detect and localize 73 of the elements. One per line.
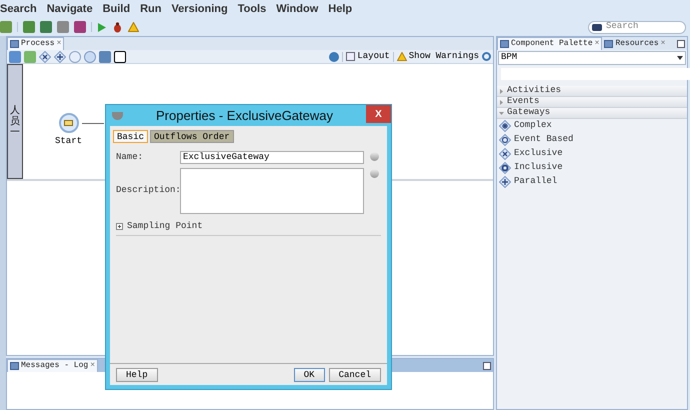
menu-item[interactable]: Help	[328, 0, 352, 18]
palette-item[interactable]: Parallel	[514, 175, 558, 189]
category-header[interactable]: Gateways	[497, 108, 687, 119]
layout-button[interactable]: Layout	[346, 50, 390, 64]
name-field[interactable]: ExclusiveGateway	[180, 151, 364, 164]
warning-icon[interactable]	[128, 22, 139, 32]
panel-tab[interactable]: Process ×	[7, 37, 64, 50]
tab-icon	[500, 40, 509, 48]
collapsed-triangle-icon	[499, 88, 504, 94]
menu-item[interactable]: Versioning	[171, 0, 228, 18]
tab-close[interactable]: ×	[90, 360, 96, 372]
exclusive-gateway-icon	[499, 148, 511, 160]
library-value: BPM	[501, 51, 518, 64]
search-field[interactable]: Search	[588, 20, 686, 34]
bug-icon[interactable]	[112, 22, 123, 32]
minimize-icon[interactable]	[677, 40, 685, 48]
dialog-tab[interactable]: Outflows Order	[150, 130, 234, 143]
inclusive-gateway-icon	[499, 162, 511, 174]
warning-icon	[396, 52, 407, 61]
minimize-icon[interactable]	[483, 362, 491, 370]
start-label: Start	[55, 135, 82, 148]
palette-item[interactable]: Exclusive	[514, 147, 563, 161]
category-header[interactable]: Activities	[497, 86, 687, 97]
tab-close[interactable]: ×	[660, 38, 666, 50]
run-icon[interactable]	[97, 22, 107, 32]
category-header[interactable]: Events	[497, 97, 687, 108]
complex-gateway-icon	[499, 120, 511, 132]
sequence-flow-line	[82, 123, 104, 124]
menu-item[interactable]: Build	[102, 0, 130, 18]
tab-label: Component Palette	[511, 38, 593, 50]
menu-item[interactable]: Run	[140, 0, 162, 18]
expand-icon[interactable]	[116, 222, 123, 230]
menu-item[interactable]: Tools	[238, 0, 266, 18]
dialog-tab[interactable]: Basic	[113, 130, 148, 143]
parallel-gateway-icon	[499, 176, 511, 188]
section-label: Sampling Point	[127, 220, 203, 232]
panel-tab[interactable]: Messages - Log ×	[7, 359, 98, 372]
expanded-triangle-icon	[499, 110, 504, 116]
dropdown-caret-icon	[677, 56, 683, 60]
dialog-title: Properties - ExclusiveGateway	[154, 106, 334, 125]
field-label: Description:	[116, 184, 180, 197]
dialog-button[interactable]: Help	[116, 368, 158, 382]
tab-close[interactable]: ×	[56, 38, 62, 50]
event-gateway-icon	[499, 134, 511, 146]
tab-icon	[10, 362, 19, 370]
start-event-icon[interactable]	[58, 113, 78, 133]
zoom-icon[interactable]	[482, 52, 491, 61]
panel-tab[interactable]: Resources ×	[602, 37, 668, 50]
collapsed-triangle-icon	[499, 100, 504, 104]
palette-item[interactable]: Event Based	[514, 133, 574, 147]
tab-label: Messages - Log	[21, 360, 88, 372]
tab-label: Resources	[615, 38, 659, 50]
palette-search-field[interactable]	[501, 68, 690, 80]
tab-label: Process	[21, 38, 55, 50]
library-dropdown[interactable]: BPM	[498, 51, 686, 65]
parallel-gateway-icon	[54, 50, 66, 62]
close-button[interactable]: X	[366, 105, 391, 123]
show-warnings-button[interactable]: Show Warnings	[396, 50, 479, 64]
field-label: Name:	[116, 151, 144, 164]
dialog-button[interactable]: Cancel	[328, 368, 381, 382]
menu-item[interactable]: Navigate	[46, 0, 93, 18]
tab-close[interactable]: ×	[594, 38, 600, 50]
lane-label: 人员一	[10, 105, 20, 138]
menu-item[interactable]: Window	[276, 0, 318, 18]
tab-icon	[10, 40, 19, 48]
panel-tab[interactable]: Component Palette ×	[497, 37, 602, 50]
palette-item[interactable]: Complex	[514, 119, 552, 133]
dialog-button[interactable]: OK	[294, 368, 325, 382]
exclusive-gateway-icon	[39, 50, 51, 62]
tab-icon	[604, 40, 614, 48]
palette-item[interactable]: Inclusive	[514, 161, 563, 175]
description-field[interactable]	[180, 168, 364, 214]
menu-item[interactable]: Search	[0, 0, 37, 18]
